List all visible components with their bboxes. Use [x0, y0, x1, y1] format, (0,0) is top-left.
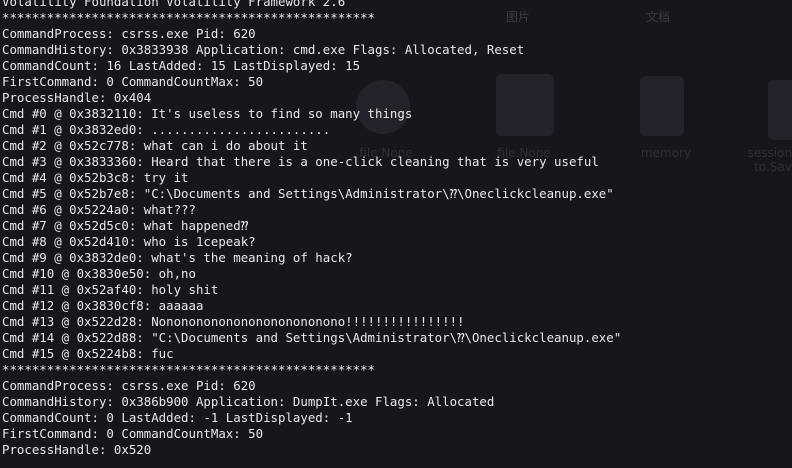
- terminal-line: Cmd #6 @ 0x5224a0: what???: [2, 202, 196, 217]
- terminal-line: ProcessHandle: 0x520: [2, 442, 152, 457]
- terminal-output[interactable]: Volatility Foundation Volatility Framewo…: [2, 0, 792, 458]
- terminal-line: CommandHistory: 0x3833938 Application: c…: [2, 42, 525, 57]
- terminal-line: ProcessHandle: 0x404: [2, 90, 152, 105]
- terminal-line: FirstCommand: 0 CommandCountMax: 50: [2, 74, 264, 89]
- terminal-line: Cmd #11 @ 0x52af40: holy shit: [2, 282, 219, 297]
- terminal-line: Volatility Foundation Volatility Framewo…: [2, 0, 346, 9]
- terminal-line: ****************************************…: [2, 362, 375, 377]
- terminal-line: CommandHistory: 0x386b900 Application: D…: [2, 394, 495, 409]
- terminal-line: Cmd #5 @ 0x52b7e8: "C:\Documents and Set…: [2, 186, 614, 201]
- terminal-line: Cmd #15 @ 0x5224b8: fuc: [2, 346, 174, 361]
- terminal-line: CommandProcess: csrss.exe Pid: 620: [2, 378, 256, 393]
- terminal-line: Cmd #4 @ 0x52b3c8: try it: [2, 170, 189, 185]
- terminal-line: Cmd #14 @ 0x522d88: "C:\Documents and Se…: [2, 330, 622, 345]
- terminal-line: Cmd #1 @ 0x3832ed0: ....................…: [2, 122, 331, 137]
- terminal-line: Cmd #2 @ 0x52c778: what can i do about i…: [2, 138, 308, 153]
- terminal-line: ****************************************…: [2, 10, 375, 25]
- terminal-line: Cmd #0 @ 0x3832110: It's useless to find…: [2, 106, 413, 121]
- terminal-line: Cmd #7 @ 0x52d5c0: what happened⁇: [2, 218, 249, 233]
- terminal-line: FirstCommand: 0 CommandCountMax: 50: [2, 426, 264, 441]
- terminal-line: CommandCount: 0 LastAdded: -1 LastDispla…: [2, 410, 353, 425]
- terminal-line: Cmd #3 @ 0x3833360: Heard that there is …: [2, 154, 599, 169]
- terminal-line: Cmd #10 @ 0x3830e50: oh,no: [2, 266, 196, 281]
- terminal-line: CommandProcess: csrss.exe Pid: 620: [2, 26, 256, 41]
- terminal-line: Cmd #9 @ 0x3832de0: what's the meaning o…: [2, 250, 353, 265]
- terminal-line: Cmd #12 @ 0x3830cf8: aaaaaa: [2, 298, 204, 313]
- terminal-line: CommandCount: 16 LastAdded: 15 LastDispl…: [2, 58, 361, 73]
- terminal-line: Cmd #13 @ 0x522d28: Nononononononononono…: [2, 314, 465, 329]
- terminal-line: Cmd #8 @ 0x52d410: who is 1cepeak?: [2, 234, 256, 249]
